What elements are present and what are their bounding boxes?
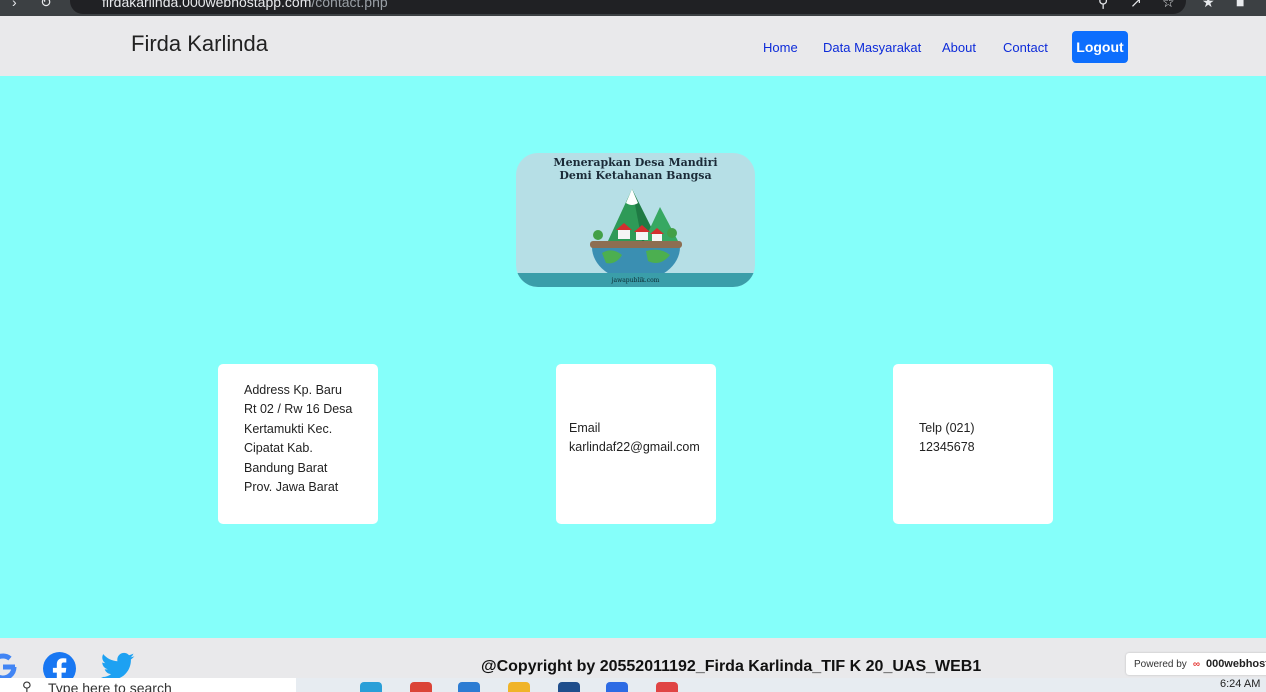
address-bar-url[interactable]: firdakarlinda.000webhostapp.com/contact.… [102,0,388,10]
bookmark-star-icon[interactable]: ☆ [1162,0,1175,9]
sidebar-icon[interactable]: ■ [1236,0,1244,9]
hero-title-line2: Demi Ketahanan Bangsa [559,169,712,182]
chrome-icon[interactable] [410,682,432,692]
edge-icon[interactable] [360,682,382,692]
powered-by-brand: 000webhost [1205,658,1266,670]
vscode-icon[interactable] [458,682,480,692]
navbar: Firda Karlinda Home Data Masyarakat Abou… [0,16,1266,76]
address-line: Rt 02 / Rw 16 Desa [244,402,353,417]
email-text: Email karlindaf22@gmail.com [569,419,700,458]
search-icon[interactable]: ⚲ [1098,0,1108,9]
app-icon[interactable] [606,682,628,692]
copyright-text: @Copyright by 20552011192_Firda Karlinda… [481,658,982,675]
phone-value: 12345678 [919,440,975,455]
share-icon[interactable]: ↗ [1130,0,1142,9]
app-icon[interactable] [656,682,678,692]
extensions-icon[interactable]: ★ [1202,0,1215,9]
address-line: Kertamukti Kec. [244,421,333,436]
nav-link-home[interactable]: Home [763,40,798,55]
address-text: Address Kp. Baru Rt 02 / Rw 16 Desa Kert… [244,381,352,497]
globe-village-illustration [590,189,682,279]
back-icon[interactable]: › [12,0,17,9]
email-card: Email karlindaf22@gmail.com [556,364,716,524]
phone-card: Telp (021) 12345678 [893,364,1053,524]
address-card: Address Kp. Baru Rt 02 / Rw 16 Desa Kert… [218,364,378,524]
nav-link-data-masyarakat[interactable]: Data Masyarakat [823,40,921,55]
taskbar-search-box[interactable]: ⚲ Type here to search [0,678,296,692]
taskbar-search-placeholder: Type here to search [48,680,172,692]
reload-icon[interactable]: ↻ [40,0,52,9]
email-value: karlindaf22@gmail.com [569,440,700,455]
powered-by-badge[interactable]: Powered by ∞ 000webhost [1126,653,1266,675]
hero-title: Menerapkan Desa Mandiri Demi Ketahanan B… [516,156,755,182]
address-line: Cipatat Kab. [244,441,313,456]
hero-image: Menerapkan Desa Mandiri Demi Ketahanan B… [516,153,755,287]
phone-text: Telp (021) 12345678 [919,419,975,458]
nav-link-contact[interactable]: Contact [1003,40,1048,55]
powered-by-label: Powered by [1134,658,1187,670]
hero-source-label: jawapublik.com [611,277,660,284]
app-icon[interactable] [558,682,580,692]
os-taskbar: ⚲ Type here to search 6:24 AM [0,678,1266,692]
webhost-logo-icon: ∞ [1192,658,1200,670]
address-line: Bandung Barat [244,460,328,475]
browser-toolbar: › ↻ firdakarlinda.000webhostapp.com/cont… [0,0,1266,16]
email-label: Email [569,421,601,435]
nav-link-about[interactable]: About [942,40,976,55]
search-icon: ⚲ [22,679,32,692]
address-line: Address Kp. Baru [244,383,342,397]
phone-label: Telp (021) [919,421,975,435]
site-brand[interactable]: Firda Karlinda [131,31,268,57]
address-line: Prov. Jawa Barat [244,480,339,495]
taskbar-clock[interactable]: 6:24 AM [1220,678,1260,690]
hero-title-line1: Menerapkan Desa Mandiri [553,156,718,169]
logout-button[interactable]: Logout [1072,31,1128,63]
file-explorer-icon[interactable] [508,682,530,692]
